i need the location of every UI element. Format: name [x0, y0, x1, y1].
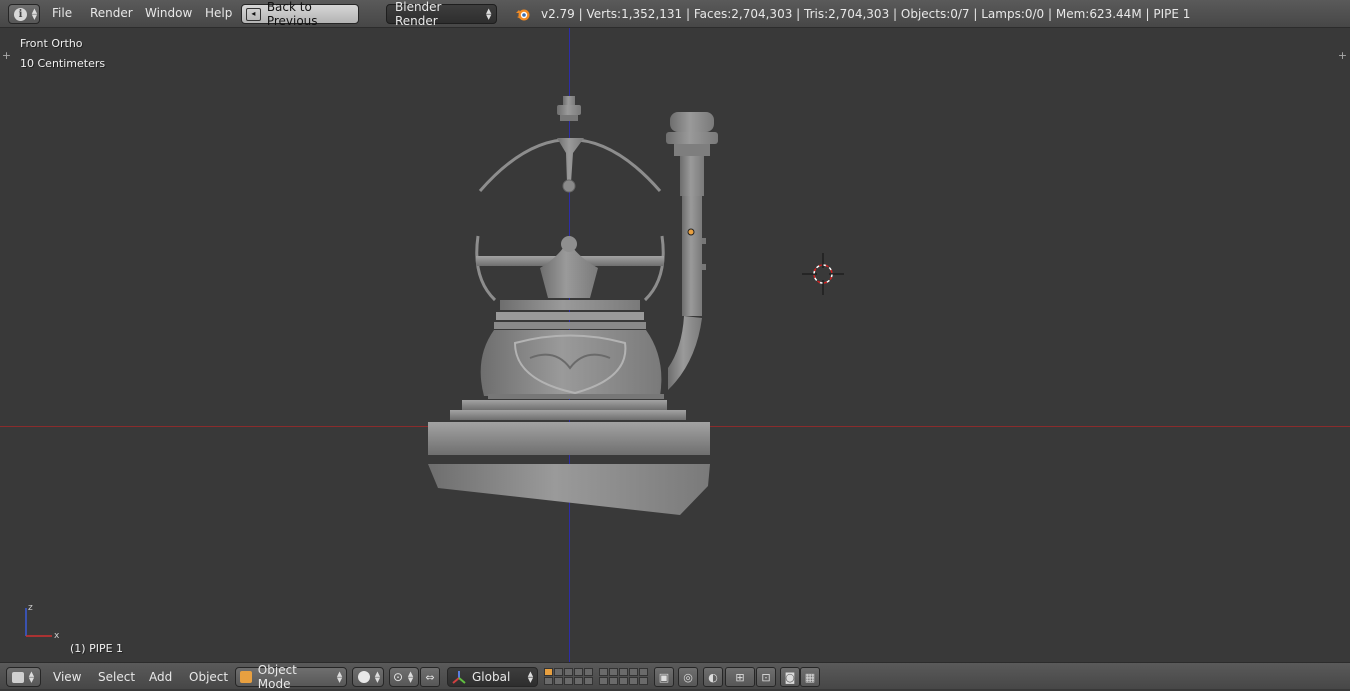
menu-file[interactable]: File	[52, 6, 72, 20]
layer-buttons-right[interactable]	[599, 668, 648, 685]
transform-orientation-select[interactable]: Global ▲ ▼	[447, 667, 538, 687]
opengl-render-animation-button[interactable]: ▦	[800, 667, 820, 687]
updown-arrows-icon: ▲ ▼	[336, 670, 343, 684]
back-to-previous-button[interactable]: ◂ Back to Previous	[241, 0, 359, 28]
transform-axes-icon	[452, 671, 466, 684]
object-mode-icon	[240, 671, 252, 683]
snap-target-toggle[interactable]: ⊡	[756, 667, 776, 687]
manipulator-icon: ⇔	[425, 670, 435, 684]
updown-arrows-icon: ▲ ▼	[527, 670, 534, 684]
menu-view[interactable]: View	[53, 670, 81, 684]
interaction-mode-label: Object Mode	[257, 663, 297, 691]
render-engine-label: Blender Render	[395, 0, 442, 28]
updown-arrows-icon: ▲ ▼	[407, 670, 414, 684]
lock-icon: ▣	[658, 670, 670, 684]
scene-statistics: v2.79 | Verts:1,352,131 | Faces:2,704,30…	[541, 7, 1191, 21]
updown-arrows-icon: ▲ ▼	[31, 7, 38, 21]
proportional-editing-toggle[interactable]: ◎	[678, 667, 698, 687]
camera-icon: ◙	[784, 670, 796, 684]
properties-toggle-icon[interactable]: +	[1337, 50, 1348, 61]
proportional-edit-icon: ◎	[683, 670, 693, 684]
menu-select[interactable]: Select	[98, 670, 135, 684]
blender-logo-icon	[516, 9, 530, 21]
interaction-mode-select[interactable]: Object Mode ▲ ▼	[235, 663, 347, 691]
x-axis-label: x	[54, 631, 60, 641]
info-icon: i	[14, 7, 27, 21]
editor-type-button[interactable]: i ▲ ▼	[8, 4, 40, 24]
manipulator-toggle[interactable]: ⇔	[420, 667, 440, 687]
snap-increment-icon: ⊞	[735, 670, 745, 684]
menu-object[interactable]: Object	[189, 670, 228, 684]
updown-arrows-icon: ▲ ▼	[486, 7, 492, 21]
back-to-previous-label: Back to Previous	[266, 0, 318, 28]
snap-element-select[interactable]: ⊞	[725, 667, 755, 687]
render-engine-select[interactable]: Blender Render ▲ ▼	[386, 0, 497, 28]
transform-orientation-label: Global	[472, 670, 511, 684]
active-object-label: (1) PIPE 1	[70, 642, 124, 655]
view-name-label: Front Ortho	[20, 37, 83, 50]
menu-add[interactable]: Add	[149, 670, 172, 684]
kettle-model[interactable]	[0, 28, 1350, 662]
snap-target-icon: ⊡	[761, 670, 771, 684]
snap-toggle[interactable]: ◐	[703, 667, 723, 687]
menu-render[interactable]: Render	[90, 6, 133, 20]
layer-buttons-left[interactable]	[544, 668, 593, 685]
z-axis-label: z	[28, 603, 33, 613]
info-header: i ▲ ▼ File Render Window Help ◂ Back to P…	[0, 0, 1350, 28]
solid-shading-icon	[358, 671, 370, 683]
3d-view-editor-icon	[12, 671, 24, 683]
3d-viewport[interactable]: Front Ortho 10 Centimeters (1) PIPE 1 + …	[0, 28, 1350, 662]
updown-arrows-icon: ▲ ▼	[28, 670, 35, 684]
clapperboard-icon: ▦	[804, 670, 816, 684]
axis-gizmo-icon: z x	[25, 603, 60, 641]
menu-window[interactable]: Window	[145, 6, 192, 20]
pivot-point-select[interactable]: ⊙ ▲ ▼	[389, 667, 419, 687]
viewport-shading-select[interactable]: ▲ ▼	[352, 667, 384, 687]
menu-help[interactable]: Help	[205, 6, 232, 20]
opengl-render-button[interactable]: ◙	[780, 667, 800, 687]
grid-scale-label: 10 Centimeters	[20, 57, 106, 70]
editor-type-button[interactable]: ▲ ▼	[6, 667, 41, 687]
3d-cursor-icon[interactable]	[802, 253, 844, 295]
pivot-point-icon: ⊙	[393, 670, 404, 684]
tool-shelf-toggle-icon[interactable]: +	[1, 50, 12, 61]
lock-layers-toggle[interactable]: ▣	[654, 667, 674, 687]
updown-arrows-icon: ▲ ▼	[374, 670, 381, 684]
3d-view-header: ▲ ▼ View Select Add Object Object Mode ▲ ▼…	[0, 662, 1350, 691]
magnet-icon: ◐	[708, 670, 718, 684]
back-icon: ◂	[246, 7, 261, 21]
